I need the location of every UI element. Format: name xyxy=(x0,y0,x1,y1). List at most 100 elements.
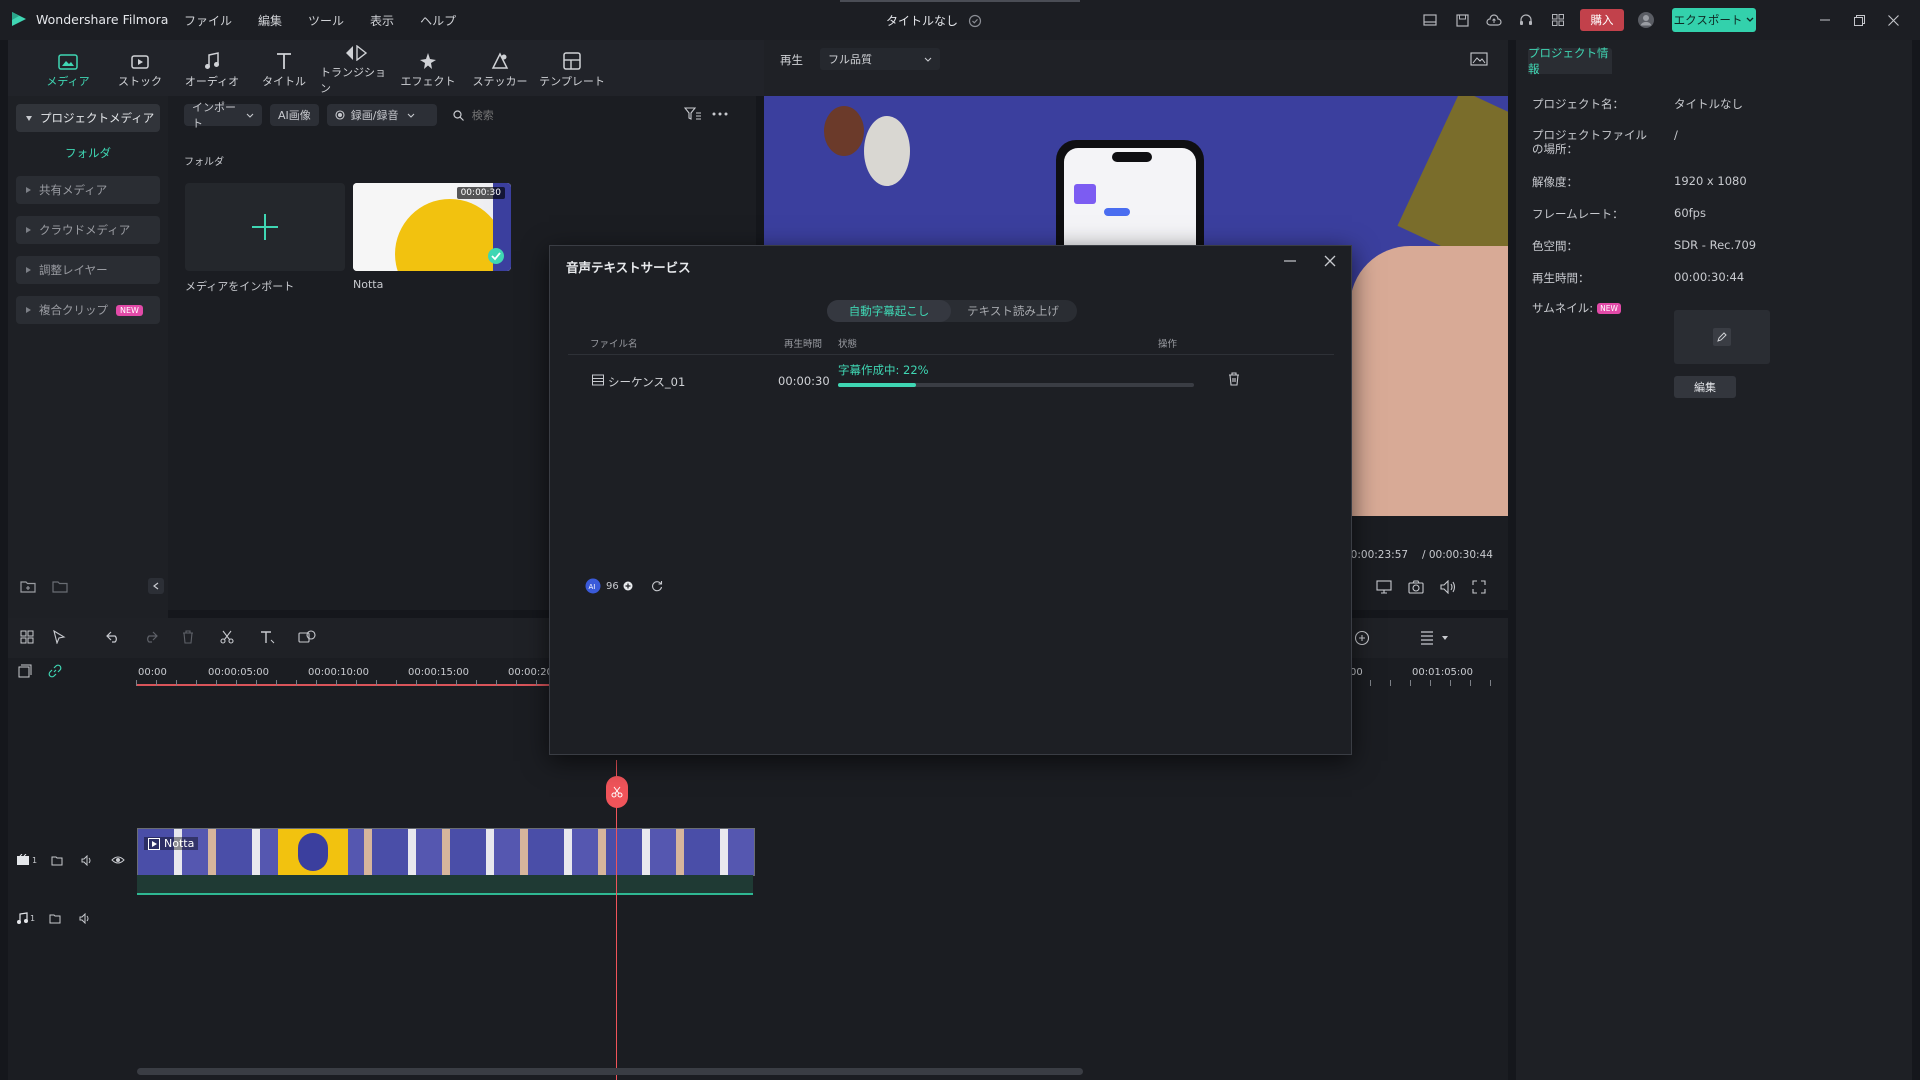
save-icon[interactable] xyxy=(1448,6,1476,34)
minimize-icon[interactable] xyxy=(1808,6,1842,34)
project-name-value: タイトルなし xyxy=(1674,97,1743,111)
volume-icon[interactable] xyxy=(1440,580,1456,594)
track-folder-icon[interactable] xyxy=(51,855,63,866)
buy-button[interactable]: 購入 xyxy=(1580,9,1624,31)
playhead-handle[interactable] xyxy=(606,776,628,808)
ai-credits: AI 96 xyxy=(585,578,663,594)
export-button[interactable]: エクスポート xyxy=(1672,8,1756,32)
menu-help[interactable]: ヘルプ xyxy=(420,12,456,29)
add-credits-icon[interactable] xyxy=(623,581,633,591)
zoom-in-icon[interactable] xyxy=(1354,630,1370,646)
project-name-label: プロジェクト名： xyxy=(1532,97,1624,111)
tab-stock[interactable]: ストック xyxy=(104,40,176,96)
headset-icon[interactable] xyxy=(1512,6,1540,34)
svg-text:AI: AI xyxy=(589,583,596,591)
sidebar-item-cloud-media[interactable]: クラウドメディア xyxy=(16,216,160,244)
media-icon xyxy=(58,48,78,70)
tab-media[interactable]: メディア xyxy=(32,40,104,96)
tab-stickers[interactable]: ステッカー xyxy=(464,40,536,96)
quality-dropdown[interactable]: フル品質 xyxy=(820,48,940,70)
apps-grid-icon[interactable] xyxy=(1544,6,1572,34)
link-icon[interactable] xyxy=(48,664,62,678)
layout-icon[interactable] xyxy=(1416,6,1444,34)
close-window-icon[interactable] xyxy=(1876,6,1910,34)
edit-thumbnail-button[interactable]: 編集 xyxy=(1674,376,1736,398)
import-label: インポート xyxy=(192,101,236,130)
trash-icon[interactable] xyxy=(1228,372,1240,386)
framerate-value: 60fps xyxy=(1674,206,1706,220)
chevron-down-icon[interactable] xyxy=(1442,636,1448,640)
filter-icon[interactable] xyxy=(684,107,702,121)
text-tool-icon[interactable] xyxy=(260,630,276,644)
select-cursor-icon[interactable] xyxy=(52,630,66,644)
phone-notch xyxy=(1112,152,1152,162)
table-header: ファイル名 再生時間 状態 操作 xyxy=(568,334,1334,355)
track-volume-icon[interactable] xyxy=(81,854,93,866)
tab-templates[interactable]: テンプレート xyxy=(536,40,608,96)
tab-titles[interactable]: タイトル xyxy=(248,40,320,96)
undo-icon[interactable] xyxy=(106,631,120,643)
ai-image-label: AI画像 xyxy=(278,109,311,122)
sidebar-item-project-media[interactable]: プロジェクトメディア xyxy=(16,104,160,132)
ruler-tick-label: 00:00:15:00 xyxy=(408,667,470,678)
tab-effects[interactable]: エフェクト xyxy=(392,40,464,96)
monitor-icon[interactable] xyxy=(1376,580,1392,594)
menu-view[interactable]: 表示 xyxy=(370,12,394,29)
close-icon[interactable] xyxy=(1324,255,1336,267)
restore-icon[interactable] xyxy=(1842,6,1876,34)
tab-stickers-label: ステッカー xyxy=(472,74,528,88)
delete-icon[interactable] xyxy=(182,630,194,644)
menu-tools[interactable]: ツール xyxy=(308,12,344,29)
refresh-icon[interactable] xyxy=(651,580,663,592)
total-time: / 00:00:30:44 xyxy=(1422,549,1493,561)
sidebar-item-folder[interactable]: フォルダ xyxy=(16,142,160,164)
search-input[interactable] xyxy=(469,107,634,123)
more-icon[interactable] xyxy=(712,112,728,116)
framerate-label: フレームレート： xyxy=(1532,207,1624,221)
ruler-tick-label: 00:00:20 xyxy=(508,667,553,678)
collapse-sidebar-icon[interactable] xyxy=(148,578,164,594)
chevron-down-icon xyxy=(407,113,415,118)
fullscreen-icon[interactable] xyxy=(1472,580,1486,594)
current-time: 00:00:23:57 xyxy=(1344,549,1409,561)
tab-text-to-speech[interactable]: テキスト読み上げ xyxy=(951,300,1075,322)
import-dropdown[interactable]: インポート xyxy=(184,101,262,130)
tab-audio[interactable]: オーディオ xyxy=(176,40,248,96)
snapshot-image-icon[interactable] xyxy=(1470,52,1488,66)
record-dropdown[interactable]: 録画/録音 xyxy=(326,104,437,126)
tab-project-info[interactable]: プロジェクト情報 xyxy=(1528,46,1612,76)
redo-icon[interactable] xyxy=(144,631,158,643)
track-volume-icon[interactable] xyxy=(79,912,91,924)
duration-label: 再生時間： xyxy=(1532,271,1590,285)
layout-options-icon[interactable] xyxy=(1420,630,1434,646)
folder-icon[interactable] xyxy=(52,579,68,593)
ai-image-button[interactable]: AI画像 xyxy=(270,104,319,126)
grid-layout-icon[interactable] xyxy=(20,630,34,644)
cloud-upload-icon[interactable] xyxy=(1480,6,1508,34)
sidebar-item-adjustment-layer[interactable]: 調整レイヤー xyxy=(16,256,160,284)
import-media-tile[interactable] xyxy=(185,183,345,271)
menu-file[interactable]: ファイル xyxy=(184,12,232,29)
menu-edit[interactable]: 編集 xyxy=(258,12,282,29)
clip-frame-phone xyxy=(298,833,328,871)
new-folder-icon[interactable] xyxy=(20,579,36,593)
sidebar-item-shared-media[interactable]: 共有メディア xyxy=(16,176,160,204)
media-clip-thumbnail[interactable]: 00:00:30 xyxy=(353,183,511,271)
crop-icon[interactable] xyxy=(298,630,316,644)
sidebar-item-compound-clip[interactable]: 複合クリップ NEW xyxy=(16,296,160,324)
timeline-video-clip[interactable]: Notta xyxy=(137,828,755,876)
scissors-icon[interactable] xyxy=(220,630,234,644)
tab-auto-subtitle[interactable]: 自動字幕起こし xyxy=(827,300,951,322)
credit-count: 96 xyxy=(606,580,619,592)
track-folder-icon[interactable] xyxy=(49,913,61,924)
add-track-icon[interactable] xyxy=(18,664,32,678)
timeline-scrollbar[interactable] xyxy=(137,1068,1083,1075)
minimize-icon[interactable] xyxy=(1284,260,1296,262)
camera-icon[interactable] xyxy=(1408,580,1424,594)
avatar[interactable] xyxy=(1632,6,1660,34)
track-visibility-icon[interactable] xyxy=(111,855,125,865)
tab-transitions[interactable]: トランジション xyxy=(320,40,392,96)
project-info-panel: プロジェクト情報 プロジェクト名： タイトルなし プロジェクトファイルの場所： … xyxy=(1516,40,1912,1080)
media-toolbar-right xyxy=(684,107,728,121)
thumbnail-box[interactable] xyxy=(1674,310,1770,364)
